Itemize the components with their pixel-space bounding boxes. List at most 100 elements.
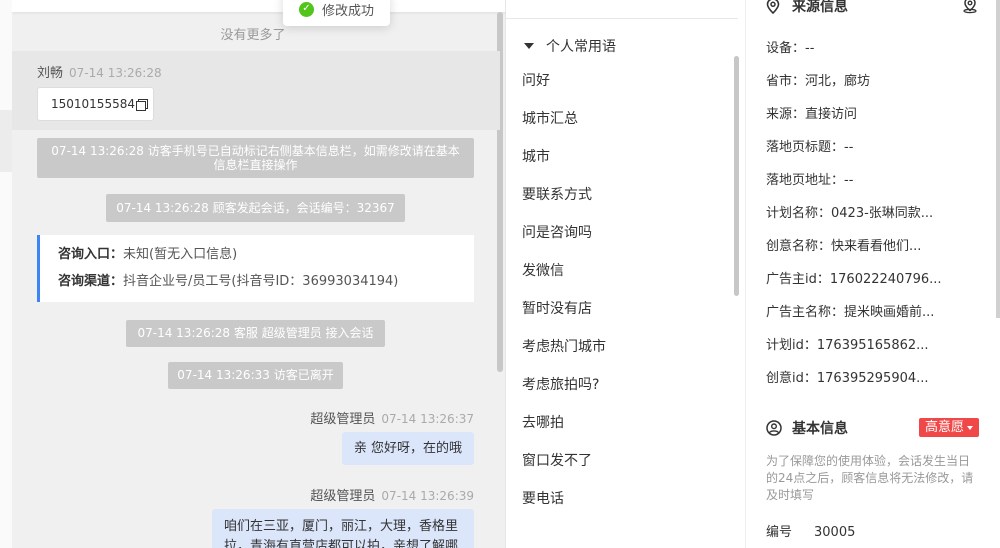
phrase-item[interactable]: 问好 (522, 62, 606, 100)
system-message: 07-14 13:26:28 访客手机号已自动标记右侧基本信息栏，如需修改请在基… (37, 138, 474, 178)
entry-row: 咨询入口：未知(暂无入口信息) (58, 245, 474, 272)
consult-entry-card: 咨询入口：未知(暂无入口信息) 咨询渠道：抖音企业号/员工号(抖音号ID：369… (37, 235, 474, 302)
agent-time: 07-14 13:26:37 (381, 412, 474, 426)
channel-value: 抖音企业号/员工号(抖音号ID：36993034194) (123, 274, 399, 289)
info-field-creative-id: 创意id：176395295904... (766, 367, 929, 386)
info-field-creative-name: 创意名称：快来看看他们... (766, 235, 921, 254)
basic-info-title: 基本信息 (792, 421, 848, 437)
entry-value: 未知(暂无入口信息) (123, 247, 238, 262)
phrase-item[interactable]: 去哪拍 (522, 404, 606, 442)
field-value: 直接访问 (805, 107, 858, 122)
field-label: 广告主id： (766, 272, 830, 287)
id-value: 30005 (814, 525, 856, 540)
field-label: 计划id： (766, 338, 817, 353)
agent-name: 超级管理员 (310, 489, 376, 504)
agent-sender: 超级管理员 07-14 13:26:39 (310, 485, 474, 504)
field-value: 快来看看他们... (831, 239, 922, 254)
field-value: 176395165862... (816, 338, 929, 353)
phrase-list: 问好 城市汇总 城市 要联系方式 问是咨询吗 发微信 暂时没有店 考虑热门城市 … (522, 62, 606, 518)
info-field-device: 设备：-- (766, 37, 814, 56)
system-message: 07-14 13:26:33 访客已离开 (168, 362, 343, 389)
info-field-region: 省市：河北，廊坊 (766, 70, 870, 89)
system-message: 07-14 13:26:28 客服 超级管理员 接入会话 (126, 320, 385, 347)
field-value: -- (844, 140, 854, 155)
copy-icon[interactable] (135, 98, 148, 111)
app-root: ✓ 修改成功 没有更多了 刘畅 07-14 13:26:28 1501015558… (0, 0, 1000, 548)
info-scrollbar[interactable] (996, 0, 1000, 318)
location-pin-icon (766, 0, 784, 14)
phrase-item[interactable]: 暂时没有店 (522, 290, 606, 328)
quick-phrases-panel: 个人常用语 问好 城市汇总 城市 要联系方式 问是咨询吗 发微信 暂时没有店 考… (506, 0, 746, 548)
customer-id-row: 编号 30005 (766, 521, 855, 540)
field-value: 176022240796... (829, 272, 942, 287)
visitor-name: 刘畅 (37, 66, 64, 81)
agent-name: 超级管理员 (310, 412, 376, 427)
chat-top-bar (12, 0, 505, 12)
channel-label: 咨询渠道： (58, 274, 124, 289)
phrase-item[interactable]: 城市汇总 (522, 100, 606, 138)
success-toast: ✓ 修改成功 (283, 0, 391, 26)
intent-level-dropdown[interactable]: 高意愿 (919, 418, 980, 437)
field-value: 河北，廊坊 (805, 74, 871, 89)
phrase-item[interactable]: 窗口发不了 (522, 442, 606, 480)
visitor-time: 07-14 13:26:28 (69, 66, 162, 80)
visitor-sender: 刘畅 07-14 13:26:28 (37, 62, 162, 81)
info-field-landing-url: 落地页地址：-- (766, 169, 853, 188)
left-edge-panel (0, 0, 12, 548)
info-field-advertiser-name: 广告主名称：提米映画婚前... (766, 301, 934, 320)
no-more-label: 没有更多了 (220, 28, 286, 43)
agent-sender: 超级管理员 07-14 13:26:37 (310, 408, 474, 427)
user-circle-icon (766, 420, 784, 436)
phrase-item[interactable]: 发微信 (522, 252, 606, 290)
field-label: 省市： (766, 74, 806, 89)
phrase-item[interactable]: 问是咨询吗 (522, 214, 606, 252)
phrases-scrollbar[interactable] (734, 56, 739, 296)
field-label: 设备： (766, 41, 806, 56)
phrase-item[interactable]: 要联系方式 (522, 176, 606, 214)
agent-message-bubble: 亲 您好呀，在的哦 (342, 432, 474, 465)
field-label: 创意名称： (766, 239, 832, 254)
agent-message-bubble: 咱们在三亚，厦门，丽江，大理，香格里拉，青海有直营店都可以拍，亲想了解哪 (212, 509, 474, 548)
basic-info-header: 基本信息 (766, 418, 848, 438)
field-label: 广告主名称： (766, 305, 845, 320)
source-info-header: 来源信息 (766, 0, 848, 16)
intent-level-value: 高意愿 (925, 420, 965, 435)
info-field-source: 来源：直接访问 (766, 103, 857, 122)
info-field-advertiser-id: 广告主id：176022240796... (766, 268, 942, 287)
divider (506, 18, 738, 19)
field-value: 提米映画婚前... (844, 305, 935, 320)
channel-row: 咨询渠道：抖音企业号/员工号(抖音号ID：36993034194) (58, 272, 474, 299)
field-value: 0423-张琳同款... (831, 206, 934, 221)
info-field-plan-name: 计划名称：0423-张琳同款... (766, 202, 933, 221)
agent-time: 07-14 13:26:39 (381, 489, 474, 503)
phrase-group-header[interactable]: 个人常用语 (524, 36, 616, 56)
visitor-phone-message[interactable]: 15010155584 (37, 87, 154, 121)
field-label: 落地页标题： (766, 140, 845, 155)
toast-text: 修改成功 (322, 3, 375, 19)
target-icon[interactable] (961, 0, 979, 18)
left-edge-tab[interactable] (0, 110, 12, 172)
caret-down-icon (967, 425, 974, 430)
entry-label: 咨询入口： (58, 247, 124, 262)
check-circle-icon: ✓ (299, 1, 314, 17)
system-message: 07-14 13:26:28 顾客发起会话，会话编号：32367 (106, 194, 405, 222)
field-value: -- (805, 41, 815, 56)
phone-number: 15010155584 (51, 97, 135, 111)
field-value: -- (844, 173, 854, 188)
info-field-landing-title: 落地页标题：-- (766, 136, 853, 155)
field-label: 计划名称： (766, 206, 832, 221)
phrase-item[interactable]: 要电话 (522, 480, 606, 518)
field-value: 176395295904... (816, 371, 929, 386)
id-label: 编号 (766, 525, 793, 540)
info-field-plan-id: 计划id：176395165862... (766, 334, 929, 353)
field-label: 创意id： (766, 371, 817, 386)
field-label: 来源： (766, 107, 806, 122)
edit-deadline-note: 为了保障您的使用体验，会话发生当日的24点之后，顾客信息将无法修改，请及时填写 (766, 454, 974, 502)
source-info-title: 来源信息 (792, 0, 848, 15)
phrase-item[interactable]: 考虑热门城市 (522, 328, 606, 366)
caret-down-icon (524, 43, 534, 49)
phrase-item[interactable]: 城市 (522, 138, 606, 176)
field-label: 落地页地址： (766, 173, 845, 188)
phrase-group-title: 个人常用语 (546, 39, 616, 55)
phrase-item[interactable]: 考虑旅拍吗? (522, 366, 606, 404)
